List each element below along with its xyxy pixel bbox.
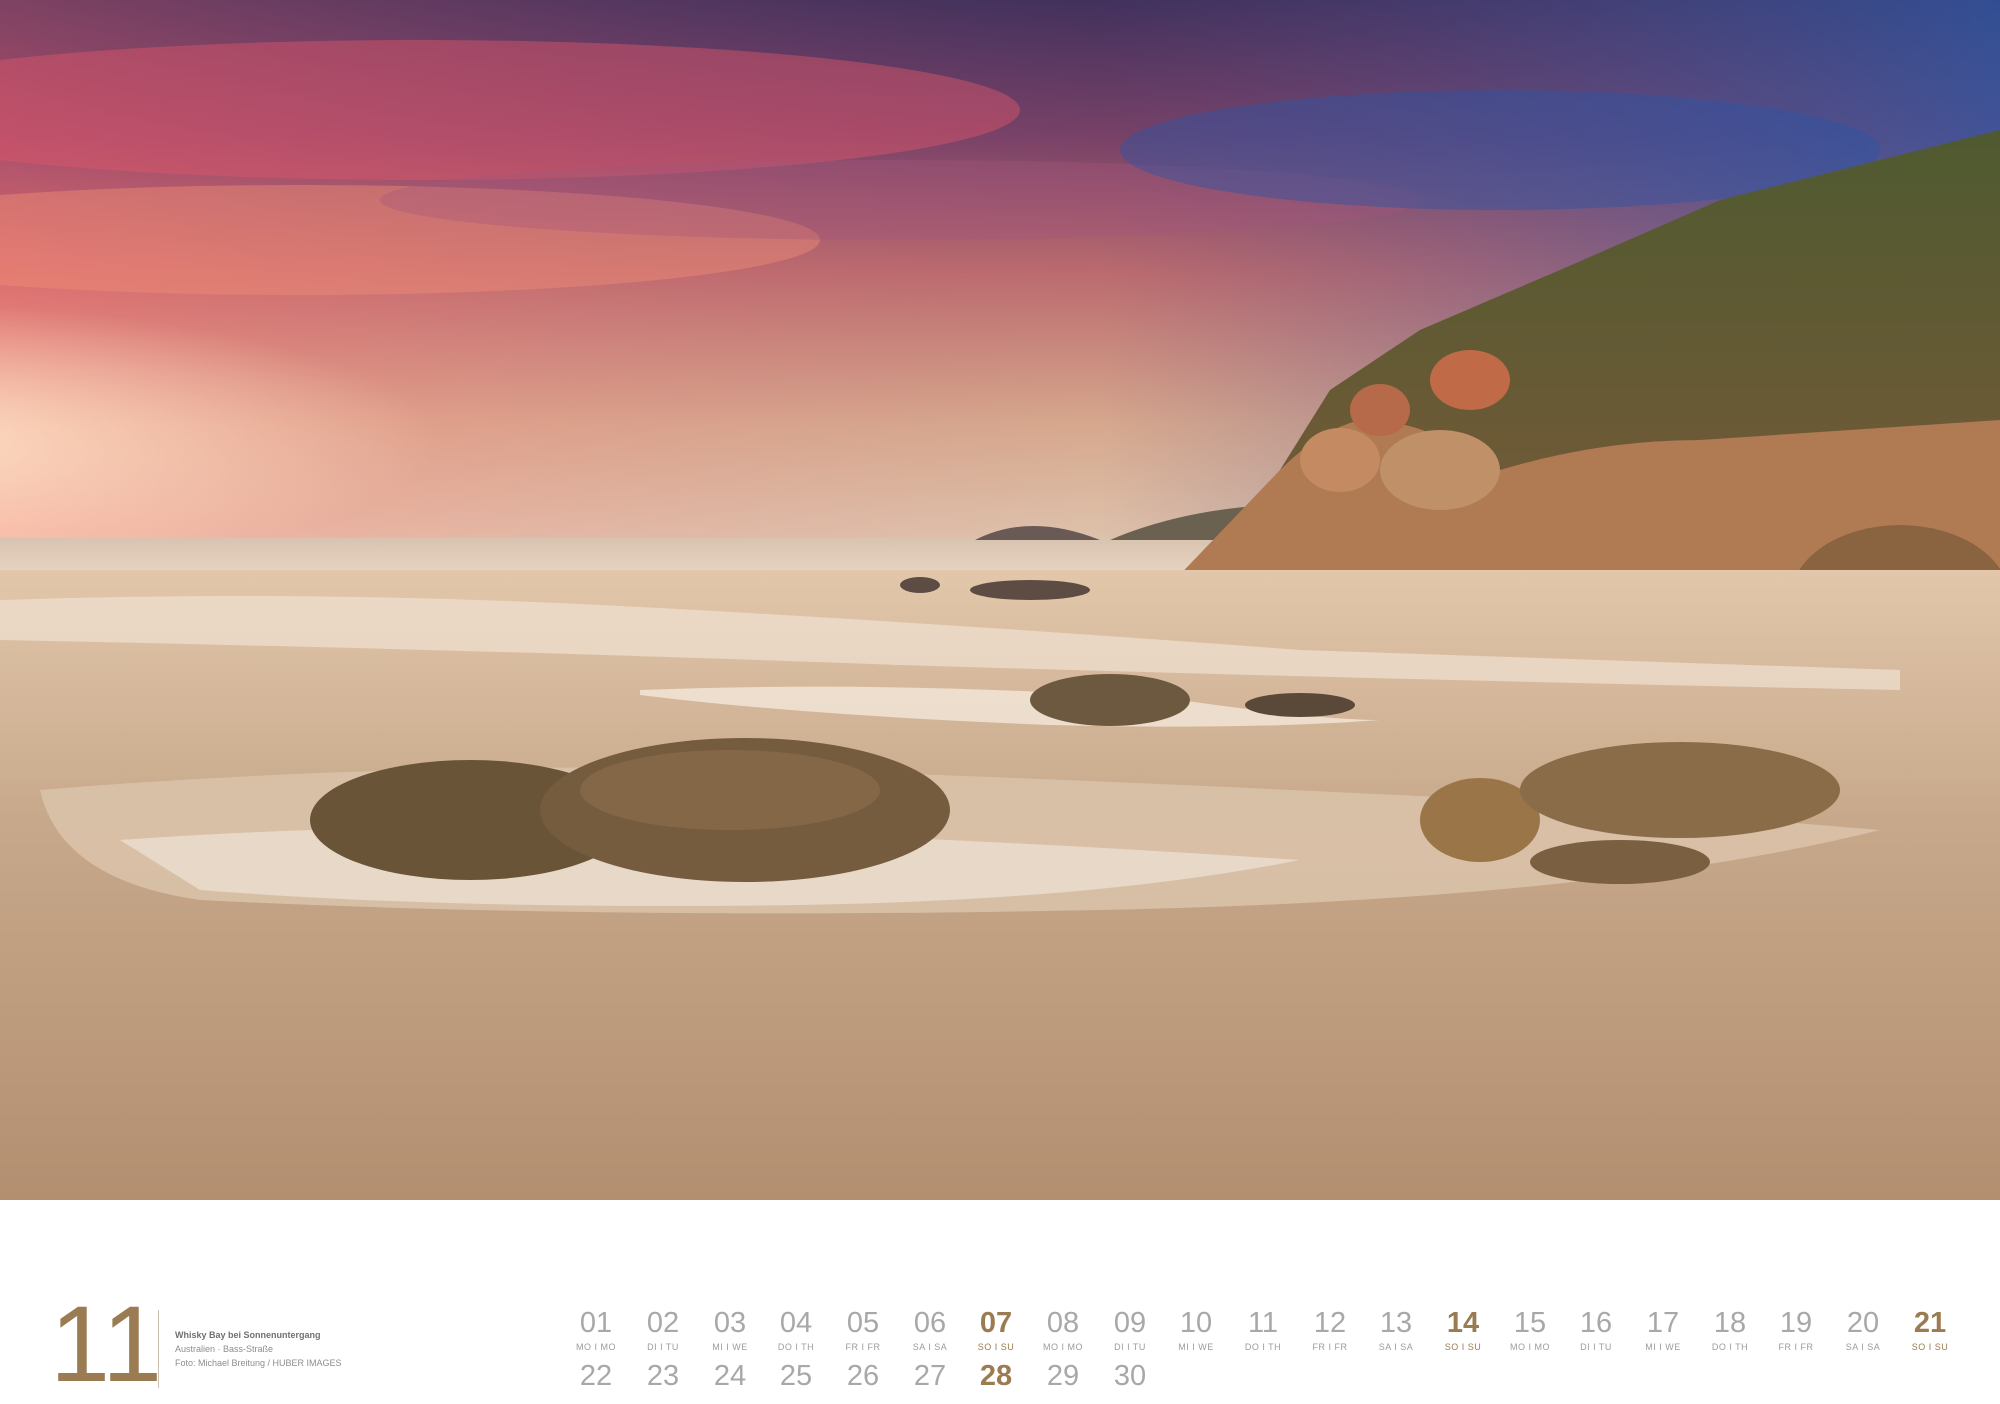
day-cell-sunday: 28: [966, 1360, 1026, 1392]
day-cell: 29: [1033, 1360, 1093, 1392]
day-cell: 19 FR I FR: [1766, 1307, 1826, 1353]
day-cell: 15 MO I MO: [1500, 1307, 1560, 1353]
day-cell: 06 SA I SA: [900, 1307, 960, 1353]
day-cell: 09 DI I TU: [1100, 1307, 1160, 1353]
photo-caption: Whisky Bay bei Sonnenuntergang Australie…: [175, 1328, 342, 1370]
day-cell-sunday: 21 SO I SU: [1900, 1307, 1960, 1353]
day-cell: 16 DI I TU: [1566, 1307, 1626, 1353]
weekday-label: MI I WE: [1645, 1342, 1681, 1352]
day-cell-sunday: 14 SO I SU: [1433, 1307, 1493, 1353]
day-number: 09: [1113, 1307, 1147, 1339]
day-cell: 02 DI I TU: [633, 1307, 693, 1353]
weekday-label: DI I TU: [1114, 1342, 1146, 1352]
day-cell: 08 MO I MO: [1033, 1307, 1093, 1353]
day-cell: 26: [833, 1360, 893, 1392]
weekday-label: DO I TH: [1244, 1342, 1282, 1352]
day-cell: 04 DO I TH: [766, 1307, 826, 1353]
weekday-label: FR I FR: [845, 1342, 881, 1352]
day-cell: 18 DO I TH: [1700, 1307, 1760, 1353]
caption-location: Australien · Bass-Straße: [175, 1344, 274, 1354]
caption-title: Whisky Bay bei Sonnenuntergang: [175, 1330, 321, 1340]
weekday-label: DO I TH: [777, 1342, 815, 1352]
day-number: 05: [846, 1307, 880, 1339]
day-number: 13: [1379, 1307, 1413, 1339]
day-number: 01: [579, 1307, 613, 1339]
weekday-label: SA I SA: [1378, 1342, 1414, 1352]
calendar-photo: [0, 0, 2000, 1200]
day-cell-sunday: 07 SO I SU: [966, 1307, 1026, 1353]
weekday-label: DO I TH: [1711, 1342, 1749, 1352]
day-cell: 01 MO I MO: [566, 1307, 626, 1353]
day-cell: 03 MI I WE: [700, 1307, 760, 1353]
day-number: 11: [1247, 1307, 1279, 1339]
day-cell: 05 FR I FR: [833, 1307, 893, 1353]
day-cell: 20 SA I SA: [1833, 1307, 1893, 1353]
day-number: 03: [713, 1307, 747, 1339]
weekday-label: SO I SU: [977, 1342, 1015, 1352]
weekday-label: MO I MO: [1043, 1342, 1083, 1352]
day-cell: 11 DO I TH: [1233, 1307, 1293, 1353]
day-number: 16: [1579, 1307, 1613, 1339]
caption-credit: Foto: Michael Breitung / HUBER IMAGES: [175, 1358, 342, 1368]
month-number: 11: [50, 1283, 163, 1404]
day-cell: 27: [900, 1360, 960, 1392]
day-number: 14: [1446, 1307, 1480, 1339]
day-cell: 22: [566, 1360, 626, 1392]
day-number: 06: [913, 1307, 947, 1339]
weekday-label: MI I WE: [712, 1342, 748, 1352]
day-cell: 23: [633, 1360, 693, 1392]
day-cell: 30: [1100, 1360, 1160, 1392]
day-cell: 13 SA I SA: [1366, 1307, 1426, 1353]
weekday-label: SA I SA: [1845, 1342, 1881, 1352]
weekday-label: MI I WE: [1178, 1342, 1214, 1352]
day-number: 08: [1046, 1307, 1080, 1339]
day-number: 27: [913, 1360, 947, 1392]
weekday-label: MO I MO: [1510, 1342, 1550, 1352]
day-cell: 10 MI I WE: [1166, 1307, 1226, 1353]
day-number: 17: [1646, 1307, 1680, 1339]
weekday-label: DI I TU: [647, 1342, 679, 1352]
day-cell: 17 MI I WE: [1633, 1307, 1693, 1353]
day-number: 30: [1113, 1360, 1147, 1392]
day-number: 04: [779, 1307, 813, 1339]
day-number: 10: [1179, 1307, 1213, 1339]
weekday-label: DI I TU: [1580, 1342, 1612, 1352]
day-number: 24: [713, 1360, 747, 1392]
weekday-label: SA I SA: [912, 1342, 948, 1352]
day-number: 23: [646, 1360, 680, 1392]
day-number: 19: [1779, 1307, 1813, 1339]
day-number: 20: [1846, 1307, 1880, 1339]
day-number: 28: [979, 1360, 1013, 1392]
beach-sunset-illustration: [0, 0, 2000, 1200]
day-number: 29: [1046, 1360, 1080, 1392]
day-number: 02: [646, 1307, 680, 1339]
weekday-label: SO I SU: [1911, 1342, 1949, 1352]
weekday-label: SO I SU: [1444, 1342, 1482, 1352]
divider: [158, 1310, 159, 1388]
day-number: 25: [779, 1360, 813, 1392]
day-number: 12: [1313, 1307, 1347, 1339]
weekday-label: FR I FR: [1312, 1342, 1348, 1352]
day-number: 18: [1713, 1307, 1747, 1339]
day-number: 22: [579, 1360, 613, 1392]
weekday-label: FR I FR: [1778, 1342, 1814, 1352]
day-cell: 12 FR I FR: [1300, 1307, 1360, 1353]
weekday-label: MO I MO: [576, 1342, 616, 1352]
day-number: 07: [979, 1307, 1013, 1339]
day-cell: 24: [700, 1360, 760, 1392]
day-cell: 25: [766, 1360, 826, 1392]
day-number: 21: [1913, 1307, 1947, 1339]
day-number: 15: [1513, 1307, 1547, 1339]
day-number: 26: [846, 1360, 880, 1392]
